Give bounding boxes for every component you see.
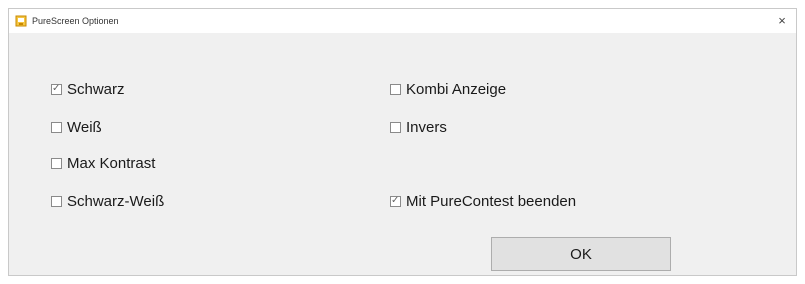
checkbox-box[interactable]: ✓ — [390, 194, 401, 207]
checkbox-box[interactable] — [51, 157, 62, 169]
checkbox-box[interactable] — [390, 83, 401, 95]
close-icon: × — [778, 12, 786, 28]
checkbox-box[interactable] — [390, 121, 401, 133]
checkbox-label: Schwarz — [67, 80, 125, 98]
window-title: PureScreen Optionen — [32, 16, 119, 26]
checkbox-box[interactable] — [51, 121, 62, 133]
title-bar: PureScreen Optionen × — [9, 9, 796, 33]
checkbox-max-kontrast[interactable]: Max Kontrast — [51, 153, 155, 173]
checkbox-weiss[interactable]: Weiß — [51, 117, 102, 137]
checkbox-label: Invers — [406, 118, 447, 136]
checkbox-box[interactable]: ✓ — [51, 82, 62, 95]
checkbox-kombi-anzeige[interactable]: Kombi Anzeige — [390, 79, 506, 99]
checkbox-mit-purecontest-beenden[interactable]: ✓ Mit PureContest beenden — [390, 191, 576, 211]
checkbox-schwarz[interactable]: ✓ Schwarz — [51, 79, 125, 99]
ok-button[interactable]: OK — [491, 237, 671, 271]
checkbox-box[interactable] — [51, 195, 62, 207]
checkbox-label: Kombi Anzeige — [406, 80, 507, 98]
checkbox-invers[interactable]: Invers — [390, 117, 447, 137]
options-dialog: PureScreen Optionen × ✓ Schwarz Weiß Max… — [8, 8, 797, 276]
checkbox-label: Weiß — [67, 118, 102, 136]
checkbox-schwarz-weiss[interactable]: Schwarz-Weiß — [51, 191, 164, 211]
checkbox-label: Schwarz-Weiß — [67, 192, 165, 210]
close-button[interactable]: × — [774, 12, 790, 28]
checkbox-label: Max Kontrast — [67, 154, 156, 172]
check-icon: ✓ — [52, 82, 61, 94]
check-icon: ✓ — [391, 194, 400, 206]
checkbox-label: Mit PureContest beenden — [406, 192, 577, 210]
app-icon — [15, 15, 27, 27]
